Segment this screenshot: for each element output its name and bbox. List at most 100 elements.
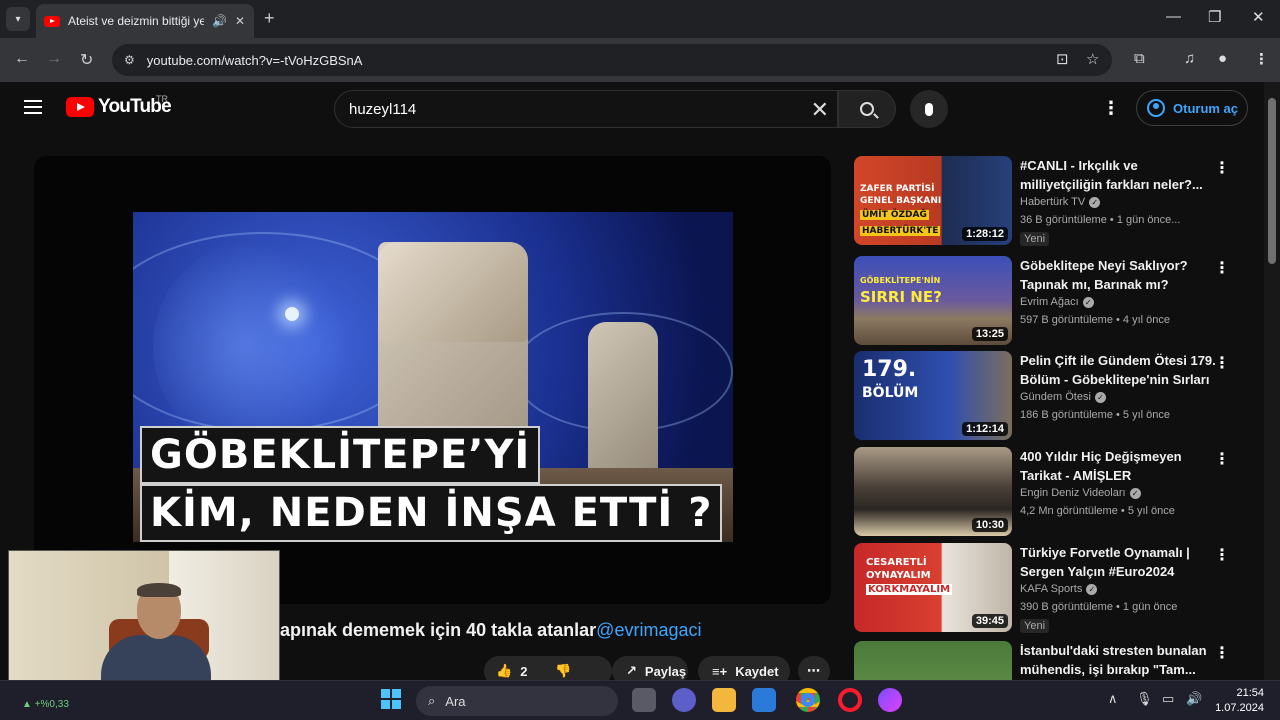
task-view-icon[interactable] (632, 688, 656, 712)
store-app-icon[interactable] (752, 688, 776, 712)
recommendation-channel[interactable]: Evrim Ağacı ✓ (1020, 296, 1094, 308)
tab-close-icon[interactable]: ✕ (235, 14, 245, 28)
thumbnail-text: KORKMAYALIM (866, 584, 953, 595)
back-arrow-icon[interactable]: ← (14, 50, 30, 68)
thumbnail-text: ÜMİT ÖZDAĞ (860, 210, 929, 220)
microphone-tray-icon[interactable]: 🎙 (1136, 691, 1153, 707)
channel-name[interactable]: Habertürk TV (1020, 196, 1085, 208)
share-label: Paylaş (644, 663, 687, 679)
hamburger-menu-icon[interactable] (24, 100, 42, 114)
recommendation-thumbnail[interactable]: 179. BÖLÜM 1:12:14 (854, 351, 1012, 440)
browser-tab-active[interactable]: Ateist ve deizmin bittiği yer 🔊 ✕ (36, 4, 254, 38)
search-input[interactable]: huzeyl114 ✕ (334, 90, 838, 128)
dislike-thumb-icon[interactable]: 👎 (555, 663, 571, 679)
recommendation-item[interactable]: 179. BÖLÜM 1:12:14 Pelin Çift ile Gündem… (854, 351, 1234, 441)
more-options-icon[interactable]: ⋮ (1214, 643, 1230, 663)
page-scrollbar[interactable] (1264, 82, 1280, 680)
recommendation-title[interactable]: 400 Yıldır Hiç Değişmeyen Tarikat - AMİŞ… (1020, 447, 1216, 485)
recommendation-channel[interactable]: KAFA Sports ✓ (1020, 583, 1098, 595)
more-options-icon[interactable]: ⋮ (1214, 353, 1230, 373)
file-explorer-icon[interactable] (712, 688, 736, 712)
recommendation-item[interactable]: GÖBEKLİTEPE'NİN SIRRI NE? 13:25 Göbeklit… (854, 256, 1234, 346)
network-icon[interactable]: ▭ (1162, 691, 1174, 707)
recommendation-title[interactable]: Göbeklitepe Neyi Saklıyor? Tapınak mı, B… (1020, 256, 1216, 294)
like-count[interactable]: 2 (520, 664, 527, 679)
address-url[interactable]: youtube.com/watch?v=-tVoHzGBSnA (147, 53, 363, 68)
recommendation-title[interactable]: İstanbul'daki stresten bunalan mühendis,… (1020, 641, 1216, 679)
tray-overflow-icon[interactable]: ∧ (1108, 691, 1118, 707)
profile-icon[interactable]: ● (1218, 50, 1227, 67)
meet-app-icon[interactable] (672, 688, 696, 712)
recommendation-thumbnail[interactable]: CESARETLİ OYNAYALIM KORKMAYALIM 39:45 (854, 543, 1012, 632)
more-options-icon[interactable]: ⋮ (1214, 258, 1230, 278)
address-bar[interactable]: ⚙ youtube.com/watch?v=-tVoHzGBSnA (112, 44, 1112, 76)
audio-playing-icon[interactable]: 🔊 (212, 14, 227, 28)
recommendation-title[interactable]: Pelin Çift ile Gündem Ötesi 179. Bölüm -… (1020, 351, 1216, 389)
signin-button[interactable]: Oturum aç (1136, 90, 1248, 126)
search-query[interactable]: huzeyl114 (349, 101, 416, 118)
video-player[interactable]: GÖBEKLİTEPE’Yİ KİM, NEDEN İNŞA ETTİ ? (34, 156, 831, 604)
recommendation-title[interactable]: #CANLI - Irkçılık ve milliyetçiliğin far… (1020, 156, 1216, 194)
taskbar-search[interactable]: ⌕ Ara (416, 686, 618, 716)
channel-mention-link[interactable]: @evrimagaci (596, 620, 701, 640)
volume-icon[interactable]: 🔊 (1186, 691, 1202, 707)
stock-change: +%0,33 (34, 699, 69, 710)
more-options-icon[interactable]: ⋮ (1214, 545, 1230, 565)
tab-search-menu-button[interactable]: ▾ (6, 7, 30, 31)
site-info-icon[interactable]: ⚙ (124, 53, 135, 67)
forward-arrow-icon[interactable]: → (46, 50, 62, 68)
recommendation-meta: 390 B görüntüleme • 1 gün önce (1020, 601, 1178, 613)
new-tab-button[interactable]: + (264, 8, 275, 29)
browser-tabstrip: ▾ Ateist ve deizmin bittiği yer 🔊 ✕ + — … (0, 0, 1280, 38)
thumbnail-text: SIRRI NE? (860, 288, 942, 306)
minimize-button[interactable]: — (1166, 8, 1181, 25)
taskbar-clock[interactable]: 21:54 1.07.2024 (1212, 686, 1264, 716)
share-arrow-icon: ↗ (626, 663, 637, 678)
youtube-header: YouTube TR huzeyl114 ✕ ⋮ Oturum aç (0, 82, 1264, 134)
recommendation-thumbnail[interactable]: 10:30 (854, 447, 1012, 536)
close-window-button[interactable]: ✕ (1252, 8, 1265, 26)
channel-name[interactable]: Gündem Ötesi (1020, 391, 1091, 403)
extensions-icon[interactable]: ⧉ (1134, 50, 1145, 67)
maximize-button[interactable]: ❐ (1208, 8, 1221, 26)
more-options-icon[interactable]: ⋮ (1214, 158, 1230, 178)
channel-name[interactable]: KAFA Sports (1020, 583, 1082, 595)
reload-icon[interactable]: ↻ (80, 50, 93, 70)
recommendation-channel[interactable]: Gündem Ötesi ✓ (1020, 391, 1106, 403)
bookmark-star-icon[interactable]: ☆ (1086, 50, 1099, 68)
search-button[interactable] (838, 90, 896, 128)
windows-start-icon[interactable] (381, 689, 401, 709)
browser-menu-icon[interactable]: ⋮ (1254, 50, 1269, 68)
recommendation-item[interactable]: 10:30 400 Yıldır Hiç Değişmeyen Tarikat … (854, 447, 1234, 537)
recommendation-item[interactable]: CESARETLİ OYNAYALIM KORKMAYALIM 39:45 Tü… (854, 543, 1234, 633)
scrollbar-thumb[interactable] (1268, 98, 1276, 264)
recommendation-channel[interactable]: Engin Deniz Videoları ✓ (1020, 487, 1141, 499)
media-controls-icon[interactable]: ♫ (1184, 50, 1195, 67)
thumbnail-text: GÖBEKLİTEPE'NİN (860, 276, 941, 285)
recommendation-item[interactable]: İstanbul'daki stresten bunalan mühendis,… (854, 641, 1234, 680)
recommendation-item[interactable]: ZAFER PARTİSİ GENEL BAŞKANI ÜMİT ÖZDAĞ H… (854, 156, 1234, 246)
like-thumb-icon[interactable]: 👍 (496, 663, 512, 679)
recommendation-thumbnail[interactable]: ZAFER PARTİSİ GENEL BAŞKANI ÜMİT ÖZDAĞ H… (854, 156, 1012, 245)
upload-age: 1 gün önce... (1116, 214, 1181, 226)
install-app-icon[interactable]: ⊡ (1056, 50, 1069, 68)
channel-name[interactable]: Engin Deniz Videoları (1020, 487, 1126, 499)
recommendation-thumbnail[interactable]: GÖBEKLİTEPE'NİN SIRRI NE? 13:25 (854, 256, 1012, 345)
voice-search-button[interactable] (910, 90, 948, 128)
youtube-logo[interactable]: YouTube TR (66, 94, 172, 118)
recommendation-title[interactable]: Türkiye Forvetle Oynamalı | Sergen Yalçı… (1020, 543, 1216, 581)
upload-age: 1 gün önce (1122, 601, 1178, 613)
messenger-app-icon[interactable] (878, 688, 902, 712)
clear-search-icon[interactable]: ✕ (811, 97, 829, 123)
more-options-icon[interactable]: ⋮ (1214, 449, 1230, 469)
recommendation-thumbnail[interactable] (854, 641, 1012, 680)
channel-name[interactable]: Evrim Ağacı (1020, 296, 1079, 308)
new-badge: Yeni (1020, 619, 1050, 633)
chrome-icon[interactable] (796, 688, 820, 712)
opera-icon[interactable] (838, 688, 862, 712)
stock-up-arrow-icon: ▲ (22, 699, 32, 710)
verified-check-icon: ✓ (1082, 296, 1094, 308)
stock-widget[interactable]: ▲ +%0,33 (22, 699, 69, 710)
settings-more-icon[interactable]: ⋮ (1102, 98, 1120, 119)
recommendation-channel[interactable]: Habertürk TV ✓ (1020, 196, 1101, 208)
